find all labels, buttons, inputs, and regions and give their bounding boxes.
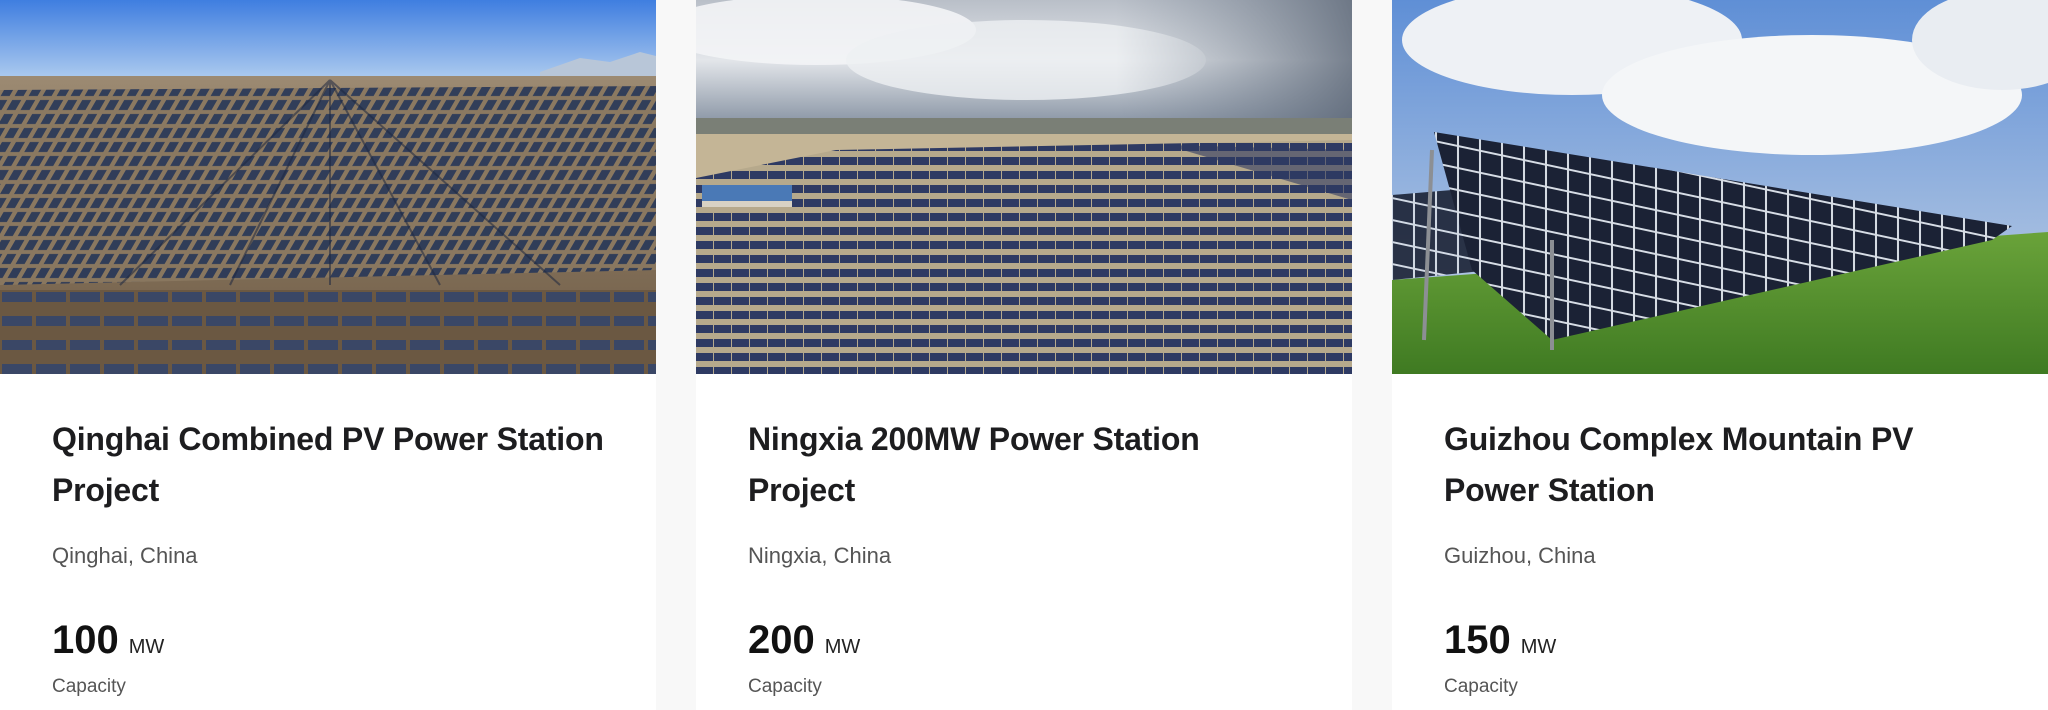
project-card-qinghai[interactable]: Qinghai Combined PV Power Station Projec… (0, 0, 656, 710)
capacity-metric: 200 MW (748, 618, 1300, 662)
capacity-metric: 150 MW (1444, 618, 1996, 662)
capacity-metric: 100 MW (52, 618, 604, 662)
project-title[interactable]: Qinghai Combined PV Power Station Projec… (52, 414, 604, 516)
project-card-guizhou[interactable]: Guizhou Complex Mountain PV Power Statio… (1392, 0, 2048, 710)
capacity-value: 200 (748, 618, 815, 662)
project-photo-guizhou[interactable] (1392, 0, 2048, 374)
capacity-unit: MW (128, 636, 165, 658)
capacity-value: 150 (1444, 618, 1511, 662)
capacity-label: Capacity (52, 676, 126, 697)
capacity-label: Capacity (1444, 676, 1518, 697)
project-location: Guizhou, China (1444, 543, 1596, 568)
project-location: Qinghai, China (52, 543, 198, 568)
project-photo-qinghai[interactable] (0, 0, 656, 374)
project-location: Ningxia, China (748, 543, 892, 568)
capacity-unit: MW (824, 636, 861, 658)
capacity-unit: MW (1520, 636, 1557, 658)
project-card-ningxia[interactable]: Ningxia 200MW Power Station Project Ning… (696, 0, 1352, 710)
project-card-grid: Qinghai Combined PV Power Station Projec… (0, 0, 2048, 710)
project-title[interactable]: Ningxia 200MW Power Station Project (748, 414, 1300, 516)
capacity-value: 100 (52, 618, 119, 662)
project-photo-ningxia[interactable] (696, 0, 1352, 374)
project-title[interactable]: Guizhou Complex Mountain PV Power Statio… (1444, 414, 1996, 516)
capacity-label: Capacity (748, 676, 822, 697)
